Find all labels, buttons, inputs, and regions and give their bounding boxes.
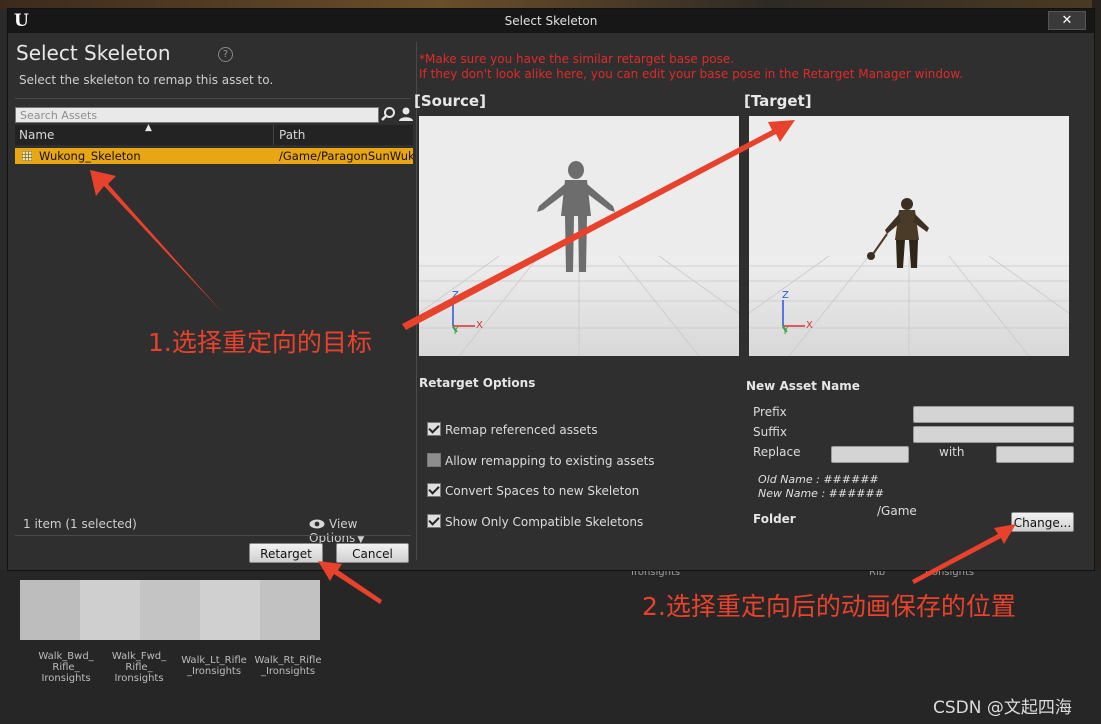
skeleton-picker-panel: Select Skeleton ? Select the skeleton to…: [13, 39, 413, 569]
panel-subtitle: Select the skeleton to remap this asset …: [19, 73, 274, 87]
divider: [15, 535, 411, 536]
row-name: Wukong_Skeleton: [39, 149, 141, 163]
option-convert-spaces[interactable]: Convert Spaces to new Skeleton: [427, 483, 639, 498]
checkbox[interactable]: [427, 514, 441, 528]
axis-gizmo: Z X Y: [779, 290, 819, 337]
source-preview-viewport[interactable]: Z X Y: [419, 116, 739, 356]
axis-y-label: Y: [452, 326, 459, 337]
annotation-step-1: 1.选择重定向的目标: [148, 328, 372, 357]
search-icon[interactable]: [380, 106, 396, 122]
close-button[interactable]: ✕: [1048, 11, 1086, 30]
axis-z-label: Z: [782, 290, 789, 301]
checkbox[interactable]: [427, 453, 441, 467]
folder-label: Folder: [753, 512, 796, 526]
new-asset-name-title: New Asset Name: [746, 379, 860, 393]
asset-label: Walk_Lt_Rifle _Ironsights: [181, 655, 247, 677]
asset-thumbnail[interactable]: [80, 580, 140, 640]
table-row-selected[interactable]: Wukong_Skeleton /Game/ParagonSunWuk: [15, 148, 413, 164]
window-title: Select Skeleton: [504, 14, 598, 28]
option-show-compatible[interactable]: Show Only Compatible Skeletons: [427, 514, 643, 529]
asset-thumbnail[interactable]: [200, 580, 260, 640]
asset-label: Walk_Bwd_ Rifle_ Ironsights: [38, 651, 94, 684]
asset-thumbnail[interactable]: [260, 580, 320, 640]
suffix-field[interactable]: [913, 426, 1074, 443]
title-bar[interactable]: U Select Skeleton ✕: [8, 9, 1094, 33]
old-name-preview: Old Name : ######: [758, 473, 879, 486]
option-label: Remap referenced assets: [445, 423, 598, 437]
warning-line: If they don't look alike here, you can e…: [419, 67, 963, 81]
eye-icon: [309, 519, 325, 529]
asset-list-header: Name ▲ Path: [15, 123, 413, 145]
axis-x-label: X: [806, 320, 813, 331]
option-label: Show Only Compatible Skeletons: [445, 515, 644, 529]
axis-y-label: Y: [782, 326, 789, 337]
asset-label: Walk_Fwd_ Rifle_ Ironsights: [111, 651, 167, 684]
panel-divider: [416, 42, 417, 560]
asset-thumbnail[interactable]: [20, 580, 80, 640]
help-icon[interactable]: ?: [218, 47, 233, 62]
new-name-preview: New Name : ######: [758, 487, 884, 500]
asset-thumbnail[interactable]: [140, 580, 200, 640]
skeleton-asset-icon: [22, 151, 32, 161]
option-remap-referenced[interactable]: Remap referenced assets: [427, 422, 598, 437]
option-allow-remapping[interactable]: Allow remapping to existing assets: [427, 453, 655, 468]
replace-label: Replace: [753, 445, 801, 459]
panel-heading: Select Skeleton: [16, 41, 171, 65]
sort-ascending-icon: ▲: [145, 123, 152, 133]
divider: [15, 98, 411, 99]
source-label: [Source]: [414, 92, 486, 110]
target-preview-viewport[interactable]: Z X Y: [749, 116, 1069, 356]
annotation-step-2: 2.选择重定向后的动画保存的位置: [642, 592, 1016, 621]
prefix-label: Prefix: [753, 405, 787, 419]
suffix-label: Suffix: [753, 425, 787, 439]
column-divider[interactable]: [273, 125, 274, 145]
view-options-dropdown[interactable]: View Options ▼: [309, 517, 413, 545]
option-label: Allow remapping to existing assets: [445, 454, 655, 468]
axis-gizmo: Z X Y: [449, 290, 489, 337]
cancel-button[interactable]: Cancel: [336, 543, 409, 563]
asset-thumbnails-blurred: [20, 580, 320, 640]
search-input[interactable]: Search Assets: [15, 107, 379, 123]
column-header-name[interactable]: Name: [19, 128, 54, 142]
asset-label: Walk_Rt_Rifle _Ironsights: [254, 655, 322, 677]
checkbox[interactable]: [427, 483, 441, 497]
retarget-warning: *Make sure you have the similar retarget…: [419, 52, 963, 82]
checkbox[interactable]: [427, 422, 441, 436]
axis-x-label: X: [476, 320, 483, 331]
prefix-field[interactable]: [913, 406, 1074, 423]
warning-line: *Make sure you have the similar retarget…: [419, 52, 735, 66]
row-path: /Game/ParagonSunWuk: [279, 149, 413, 163]
column-header-path[interactable]: Path: [279, 128, 305, 142]
retarget-options-title: Retarget Options: [419, 376, 536, 390]
axis-z-label: Z: [452, 290, 459, 301]
target-label: [Target]: [744, 92, 812, 110]
change-folder-button[interactable]: Change...: [1011, 512, 1074, 532]
watermark: CSDN @文起四海: [933, 698, 1072, 718]
retarget-button[interactable]: Retarget: [249, 543, 323, 563]
item-count: 1 item (1 selected): [23, 517, 137, 531]
replace-with-field[interactable]: [996, 446, 1074, 463]
folder-value: /Game: [877, 504, 917, 518]
replace-from-field[interactable]: [831, 446, 909, 463]
option-label: Convert Spaces to new Skeleton: [445, 484, 640, 498]
user-filter-icon[interactable]: [398, 106, 414, 122]
with-label: with: [939, 445, 965, 459]
